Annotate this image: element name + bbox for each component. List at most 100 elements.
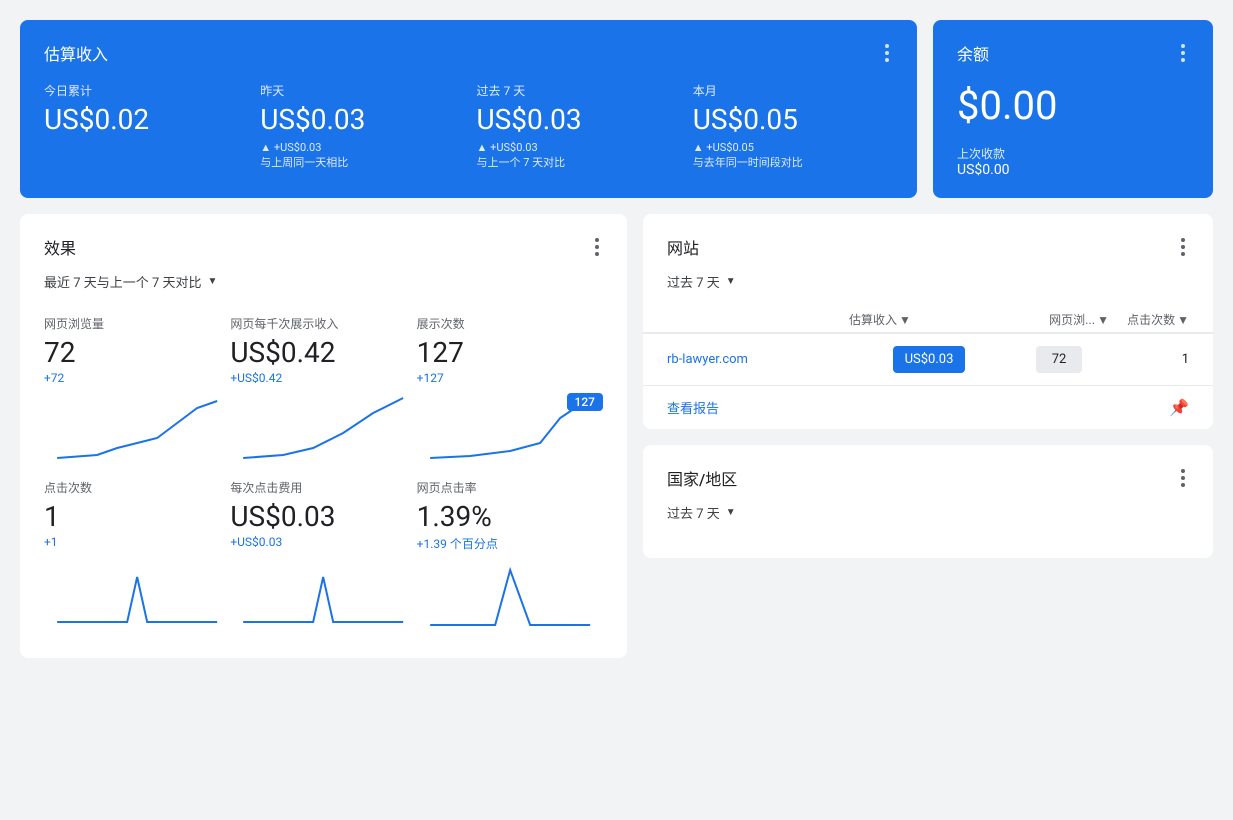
- site-pageviews-value: 72: [1036, 346, 1083, 373]
- pageviews-svg: [44, 393, 230, 463]
- country-period-label: 过去 7 天: [667, 503, 720, 522]
- dot1: [885, 44, 889, 48]
- site-title: 网站: [667, 235, 699, 259]
- dot2: [885, 51, 889, 55]
- country-more-button[interactable]: [1177, 465, 1189, 491]
- e-dot3: [595, 252, 599, 256]
- metric-clicks: 点击次数 1 +1: [44, 471, 230, 638]
- site-more-button[interactable]: [1177, 234, 1189, 260]
- metric-ctr-chart: [417, 560, 603, 630]
- site-pageviews-cell: 72: [1009, 346, 1109, 373]
- metric-cpc-value: US$0.03: [230, 500, 416, 533]
- metric-ctr: 网页点击率 1.39% +1.39 个百分点: [417, 471, 603, 638]
- site-col-earnings-header[interactable]: 估算收入 ▼: [849, 311, 1009, 328]
- site-clicks-value: 1: [1182, 352, 1189, 367]
- earnings-today-label: 今日累计: [44, 82, 244, 99]
- s-dot2: [1181, 245, 1185, 249]
- rpm-svg: [230, 393, 416, 463]
- earnings-7days-value: US$0.03: [477, 103, 677, 136]
- metric-ctr-change: +1.39 个百分点: [417, 535, 603, 552]
- site-card-top: 网站 过去 7 天 ▼: [643, 214, 1213, 291]
- country-card-header: 国家/地区: [667, 465, 1189, 491]
- impressions-tooltip: 127: [567, 393, 603, 411]
- site-table-headers: 估算收入 ▼ 网页浏... ▼ 点击次数 ▼: [643, 307, 1213, 333]
- balance-amount: $0.00: [957, 82, 1189, 129]
- metric-impressions-chart: 127: [417, 393, 603, 463]
- effect-period-selector[interactable]: 最近 7 天与上一个 7 天对比 ▼: [44, 272, 603, 291]
- site-card: 网站 过去 7 天 ▼ 估算收入 ▼: [643, 214, 1213, 429]
- col-pageviews-arrow: ▼: [1097, 313, 1109, 327]
- earnings-yesterday-value: US$0.03: [260, 103, 460, 136]
- effect-title: 效果: [44, 235, 76, 259]
- site-period-label: 过去 7 天: [667, 272, 720, 291]
- dot3: [885, 58, 889, 62]
- bottom-row: 效果 最近 7 天与上一个 7 天对比 ▼ 网页浏览量 72 +72: [20, 214, 1213, 658]
- earnings-card-header: 估算收入: [44, 40, 893, 66]
- balance-card-header: 余额: [957, 40, 1189, 66]
- earnings-yesterday-label: 昨天: [260, 82, 460, 99]
- earnings-month-value: US$0.05: [693, 103, 893, 136]
- site-col-clicks-header[interactable]: 点击次数 ▼: [1109, 311, 1189, 328]
- earnings-7days-label: 过去 7 天: [477, 82, 677, 99]
- metric-impressions: 展示次数 127 +127 127: [417, 307, 603, 471]
- right-column: 网站 过去 7 天 ▼ 估算收入 ▼: [643, 214, 1213, 658]
- site-period-selector[interactable]: 过去 7 天 ▼: [667, 272, 1189, 291]
- balance-card: 余额 $0.00 上次收款 US$0.00: [933, 20, 1213, 198]
- metric-pageviews-change: +72: [44, 371, 230, 385]
- balance-prev-label: 上次收款: [957, 145, 1189, 162]
- balance-prev-value: US$0.00: [957, 162, 1189, 178]
- site-period-arrow: ▼: [726, 276, 736, 287]
- country-period-arrow: ▼: [726, 507, 736, 518]
- c-dot1: [1181, 469, 1185, 473]
- earnings-grid: 今日累计 US$0.02 昨天 US$0.03 ▲ +US$0.03 与上周同一…: [44, 82, 893, 171]
- site-domain[interactable]: rb-lawyer.com: [667, 352, 849, 367]
- earnings-month: 本月 US$0.05 ▲ +US$0.05 与去年同一时间段对比: [693, 82, 893, 171]
- effect-period-label: 最近 7 天与上一个 7 天对比: [44, 272, 202, 291]
- col-clicks-arrow: ▼: [1177, 313, 1189, 327]
- effect-period-arrow: ▼: [208, 276, 218, 287]
- site-earnings-value: US$0.03: [893, 346, 966, 373]
- cpc-svg: [230, 557, 416, 627]
- metric-impressions-value: 127: [417, 336, 603, 369]
- earnings-today-value: US$0.02: [44, 103, 244, 136]
- site-clicks-cell: 1: [1109, 352, 1189, 367]
- country-period-selector[interactable]: 过去 7 天 ▼: [667, 503, 1189, 522]
- metric-clicks-label: 点击次数: [44, 479, 230, 496]
- metric-rpm-chart: [230, 393, 416, 463]
- earnings-more-button[interactable]: [881, 40, 893, 66]
- e-dot1: [595, 238, 599, 242]
- metrics-grid: 网页浏览量 72 +72 网页每千次展示收入 US$0.42 +US$0.42: [44, 307, 603, 638]
- metric-impressions-label: 展示次数: [417, 315, 603, 332]
- site-card-header: 网站: [667, 234, 1189, 260]
- balance-dot3: [1181, 58, 1185, 62]
- earnings-7days-change: ▲ +US$0.03 与上一个 7 天对比: [477, 140, 677, 171]
- balance-dot2: [1181, 51, 1185, 55]
- earnings-yesterday: 昨天 US$0.03 ▲ +US$0.03 与上周同一天相比: [260, 82, 460, 171]
- site-earnings-cell: US$0.03: [849, 346, 1009, 373]
- s-dot1: [1181, 238, 1185, 242]
- metric-rpm: 网页每千次展示收入 US$0.42 +US$0.42: [230, 307, 416, 471]
- see-report-link[interactable]: 查看报告: [667, 398, 719, 417]
- metric-cpc: 每次点击费用 US$0.03 +US$0.03: [230, 471, 416, 638]
- balance-dot1: [1181, 44, 1185, 48]
- c-dot2: [1181, 476, 1185, 480]
- earnings-month-change: ▲ +US$0.05 与去年同一时间段对比: [693, 140, 893, 171]
- metric-impressions-change: +127: [417, 371, 603, 385]
- e-dot2: [595, 245, 599, 249]
- metric-clicks-change: +1: [44, 535, 230, 549]
- earnings-yesterday-change: ▲ +US$0.03 与上周同一天相比: [260, 140, 460, 171]
- col-earnings-arrow: ▼: [899, 313, 911, 327]
- earnings-today: 今日累计 US$0.02: [44, 82, 244, 171]
- site-col-empty: [667, 311, 849, 328]
- effect-card-header: 效果: [44, 234, 603, 260]
- metric-pageviews-value: 72: [44, 336, 230, 369]
- metric-ctr-value: 1.39%: [417, 500, 603, 533]
- effect-more-button[interactable]: [591, 234, 603, 260]
- metric-clicks-value: 1: [44, 500, 230, 533]
- ctr-svg: [417, 560, 603, 630]
- site-col-pageviews-header[interactable]: 网页浏... ▼: [1009, 311, 1109, 328]
- earnings-7days: 过去 7 天 US$0.03 ▲ +US$0.03 与上一个 7 天对比: [477, 82, 677, 171]
- pin-icon[interactable]: 📌: [1169, 398, 1189, 417]
- metric-cpc-label: 每次点击费用: [230, 479, 416, 496]
- balance-more-button[interactable]: [1177, 40, 1189, 66]
